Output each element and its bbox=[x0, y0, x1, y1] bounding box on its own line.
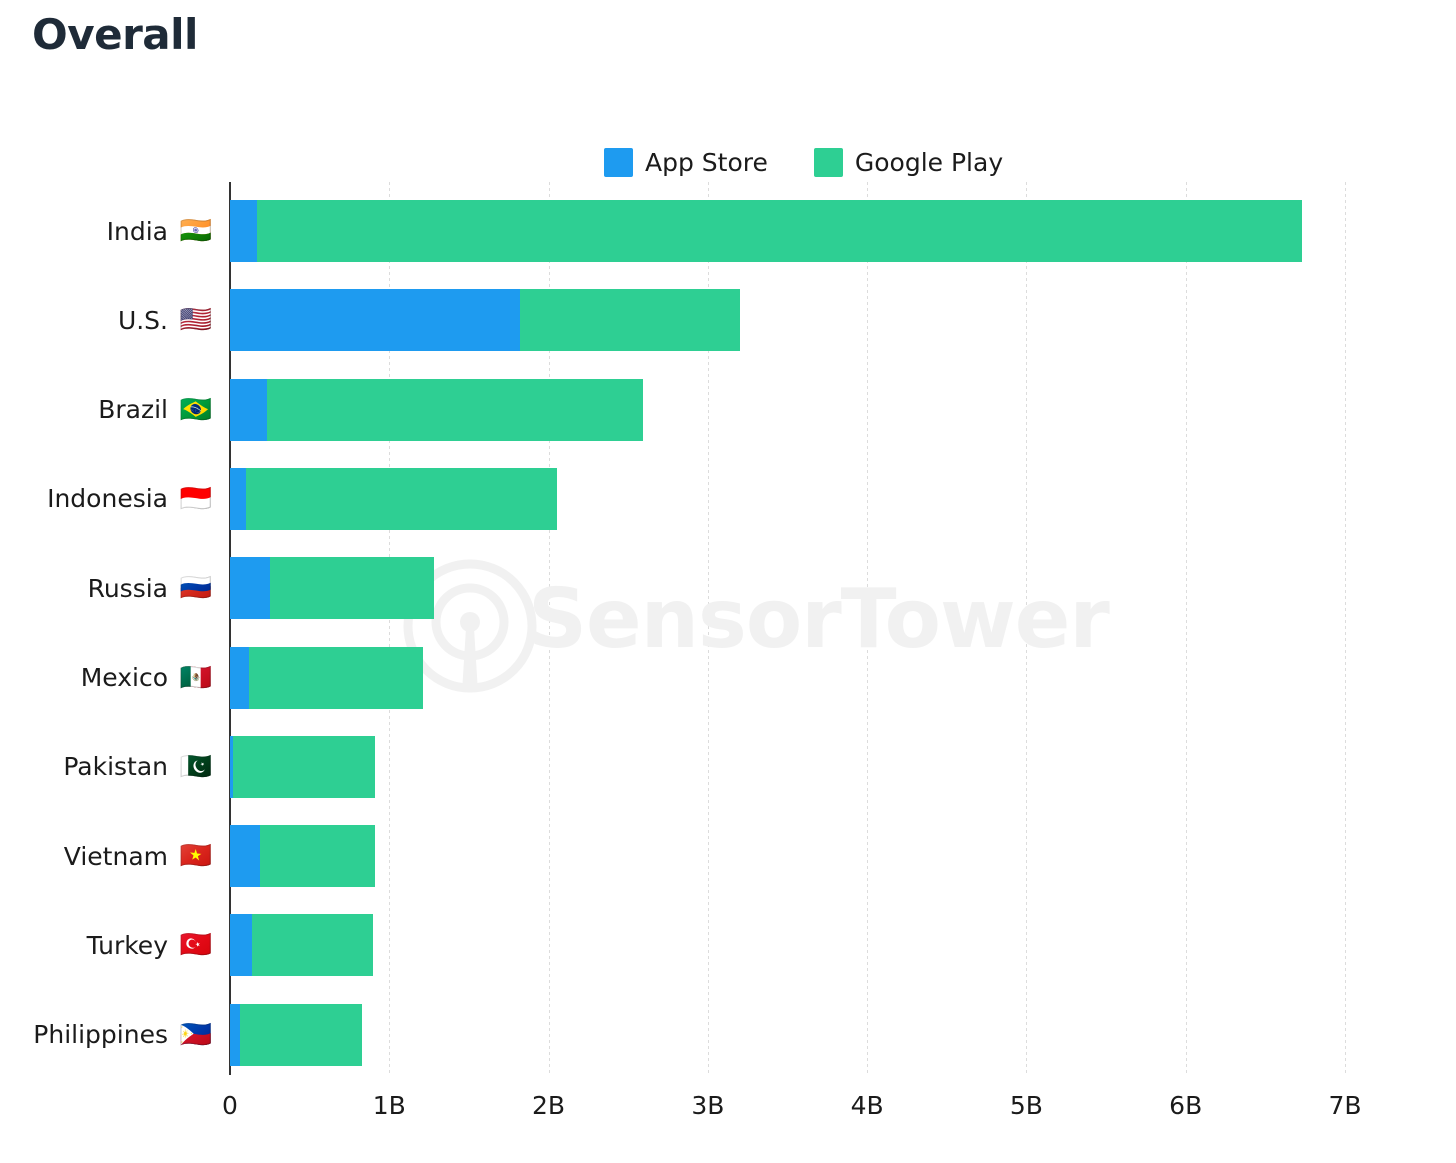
country-flag-icon: 🇹🇷 bbox=[179, 930, 213, 961]
x-tick-label: 6B bbox=[1169, 1091, 1203, 1120]
country-flag-icon: 🇲🇽 bbox=[179, 662, 213, 693]
sensortower-watermark: SensorTower bbox=[400, 556, 1110, 696]
y-axis-label: Indonesia bbox=[47, 484, 168, 514]
country-flag-icon: 🇧🇷 bbox=[179, 394, 213, 425]
y-axis-label: Pakistan bbox=[63, 752, 168, 782]
country-flag-icon: 🇮🇩 bbox=[179, 483, 213, 514]
bar-segment-app-store[interactable] bbox=[230, 557, 270, 620]
x-tick-label: 2B bbox=[532, 1091, 566, 1120]
bar-segment-app-store[interactable] bbox=[230, 914, 253, 977]
bar-segment-app-store[interactable] bbox=[230, 825, 261, 888]
y-axis-label: Turkey bbox=[86, 930, 168, 960]
bar-segment-app-store[interactable] bbox=[230, 646, 250, 709]
y-axis-category-vietnam: Vietnam 🇻🇳 bbox=[0, 825, 215, 887]
country-flag-icon: 🇵🇭 bbox=[179, 1019, 213, 1050]
x-tick-label: 4B bbox=[850, 1091, 884, 1120]
y-axis-category-us: U.S. 🇺🇸 bbox=[0, 289, 215, 351]
y-axis-category-mexico: Mexico 🇲🇽 bbox=[0, 647, 215, 709]
y-axis-category-indonesia: Indonesia 🇮🇩 bbox=[0, 468, 215, 530]
bar-segment-app-store[interactable] bbox=[230, 1003, 240, 1066]
y-axis-label: Mexico bbox=[80, 663, 168, 692]
bar-segment-google-play[interactable] bbox=[252, 914, 374, 977]
bar-segment-app-store[interactable] bbox=[230, 378, 267, 441]
bar-row[interactable] bbox=[230, 289, 740, 352]
gridline bbox=[1026, 182, 1028, 1075]
bar-row[interactable] bbox=[230, 378, 643, 441]
x-tick-label: 3B bbox=[691, 1091, 725, 1120]
y-axis-label: Vietnam bbox=[63, 841, 168, 871]
y-axis-category-turkey: Turkey 🇹🇷 bbox=[0, 914, 215, 976]
bar-row[interactable] bbox=[230, 467, 557, 530]
x-tick-label: 1B bbox=[372, 1091, 406, 1120]
country-flag-icon: 🇺🇸 bbox=[179, 305, 213, 336]
bar-row[interactable] bbox=[230, 825, 375, 888]
bar-segment-google-play[interactable] bbox=[239, 1003, 363, 1066]
y-axis-label: Russia bbox=[87, 573, 168, 603]
bar-segment-google-play[interactable] bbox=[249, 646, 423, 709]
y-axis-category-russia: Russia 🇷🇺 bbox=[0, 557, 215, 619]
bar-row[interactable] bbox=[230, 557, 434, 620]
bar-segment-app-store[interactable] bbox=[230, 200, 258, 262]
country-flag-icon: 🇻🇳 bbox=[179, 841, 213, 872]
bar-segment-google-play[interactable] bbox=[245, 467, 557, 530]
chart-plot-area: SensorTower India 🇮🇳 U.S. 🇺🇸 Brazil 🇧🇷 Indones… bbox=[0, 0, 1456, 1163]
bar-segment-google-play[interactable] bbox=[266, 378, 643, 441]
bar-segment-google-play[interactable] bbox=[519, 289, 740, 352]
y-axis-category-brazil: Brazil 🇧🇷 bbox=[0, 379, 215, 441]
watermark-text: SensorTower bbox=[528, 572, 1110, 667]
bar-row[interactable] bbox=[230, 914, 374, 977]
bar-row[interactable] bbox=[230, 1003, 363, 1066]
x-tick-label: 5B bbox=[1009, 1091, 1043, 1120]
bar-row[interactable] bbox=[230, 735, 375, 798]
y-axis-category-pakistan: Pakistan 🇵🇰 bbox=[0, 736, 215, 798]
country-flag-icon: 🇵🇰 bbox=[179, 751, 213, 782]
y-axis-label: Brazil bbox=[98, 395, 168, 425]
y-axis-label: Philippines bbox=[33, 1020, 168, 1050]
y-axis-label: U.S. bbox=[117, 305, 168, 335]
gridline bbox=[1345, 182, 1346, 1075]
x-axis-labels: 0 1B 2B 3B 4B 5B 6B 7B bbox=[0, 1093, 1456, 1133]
y-axis-category-philippines: Philippines 🇵🇭 bbox=[0, 1004, 215, 1066]
x-tick-label: 0 bbox=[222, 1091, 238, 1120]
gridline bbox=[1185, 182, 1187, 1075]
x-tick-label: 7B bbox=[1328, 1091, 1362, 1120]
y-axis-category-india: India 🇮🇳 bbox=[0, 200, 215, 262]
bar-segment-google-play[interactable] bbox=[233, 735, 375, 798]
country-flag-icon: 🇮🇳 bbox=[179, 216, 213, 246]
country-flag-icon: 🇷🇺 bbox=[179, 573, 213, 604]
bar-row[interactable] bbox=[230, 646, 423, 709]
bar-row[interactable] bbox=[230, 200, 1302, 262]
bar-segment-google-play[interactable] bbox=[260, 825, 375, 888]
bar-segment-google-play[interactable] bbox=[257, 200, 1302, 262]
bar-segment-google-play[interactable] bbox=[269, 557, 434, 620]
y-axis-label: India bbox=[106, 216, 168, 246]
bar-segment-app-store[interactable] bbox=[230, 467, 246, 530]
bar-segment-app-store[interactable] bbox=[230, 289, 520, 352]
gridline bbox=[867, 182, 869, 1075]
